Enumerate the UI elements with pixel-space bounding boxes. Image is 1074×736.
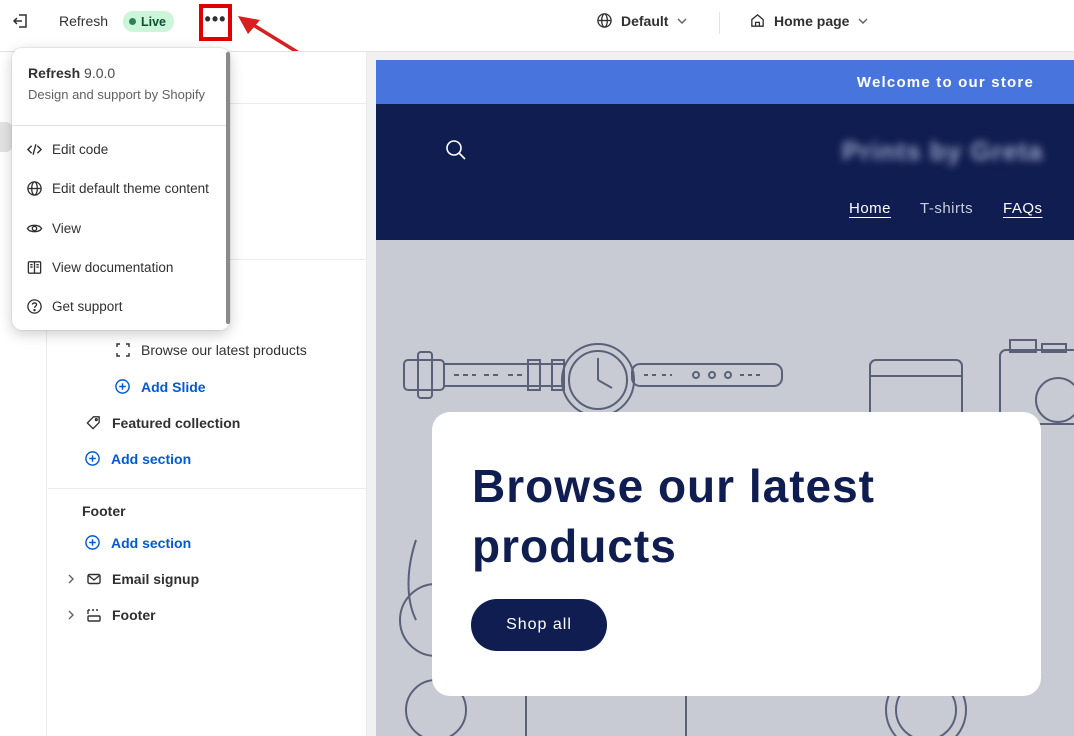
storefront-preview[interactable]: Welcome to our store Prints by Greta Hom… — [376, 60, 1074, 736]
search-icon[interactable] — [444, 138, 468, 162]
sidebar-item-slide[interactable]: Browse our latest products — [115, 342, 307, 358]
menu-item-label: Get support — [52, 299, 123, 314]
status-badge-label: Live — [141, 14, 167, 29]
exit-icon[interactable] — [12, 12, 30, 30]
theme-variant-label: Default — [621, 12, 669, 29]
theme-version: 9.0.0 — [84, 65, 116, 81]
menu-header: Refresh 9.0.0 Design and support by Shop… — [28, 65, 205, 102]
sidebar-item-label: Browse our latest products — [141, 342, 307, 358]
book-icon — [27, 261, 42, 274]
menu-item-view[interactable]: View — [26, 220, 81, 237]
globe-icon — [27, 181, 42, 196]
theme-variant-select[interactable]: Default — [596, 12, 688, 29]
chevron-down-icon — [677, 18, 687, 24]
nav-link-home[interactable]: Home — [849, 200, 891, 217]
add-section-button[interactable]: Add section — [84, 450, 191, 467]
sidebar-item-footer[interactable]: Footer — [66, 607, 156, 623]
status-badge: Live — [123, 11, 175, 32]
sidebar-item-label: Footer — [112, 607, 156, 623]
sidebar-divider — [48, 488, 366, 489]
editor-topbar: Refresh Live ••• Default Home page — [0, 0, 1074, 68]
theme-name: Refresh — [28, 65, 81, 81]
nav-link-faqs[interactable]: FAQs — [1003, 200, 1043, 217]
sidebar-item-label: Featured collection — [112, 414, 241, 431]
question-icon — [27, 299, 42, 314]
theme-actions-menu: Refresh 9.0.0 Design and support by Shop… — [12, 48, 230, 330]
store-logo[interactable]: Prints by Greta — [842, 136, 1043, 167]
footer-layout-icon — [87, 609, 101, 622]
announcement-text: Welcome to our store — [856, 73, 1034, 91]
plus-circle-icon — [85, 535, 100, 550]
menu-divider — [12, 125, 230, 126]
globe-icon — [597, 13, 612, 28]
nav-link-tshirts[interactable]: T-shirts — [920, 200, 973, 217]
hero-title: Browse our latest products — [472, 460, 875, 572]
announcement-bar: Welcome to our store — [376, 60, 1074, 104]
menu-item-get-support[interactable]: Get support — [26, 298, 123, 315]
rail-active-indicator — [0, 122, 12, 152]
menu-title: Refresh 9.0.0 — [28, 65, 205, 81]
theme-title: Refresh — [59, 13, 109, 29]
home-icon — [751, 13, 764, 27]
menu-item-view-documentation[interactable]: View documentation — [26, 259, 173, 276]
slide-block-icon — [116, 343, 130, 357]
menu-subtitle: Design and support by Shopify — [28, 87, 206, 102]
live-dot-icon — [129, 18, 136, 25]
add-slide-button[interactable]: Add Slide — [114, 378, 206, 395]
menu-scroll-edge — [226, 52, 230, 324]
add-section-label: Add section — [111, 534, 192, 551]
menu-item-edit-code[interactable]: Edit code — [26, 141, 108, 158]
page-select-label: Home page — [774, 12, 850, 29]
sidebar-item-featured-collection[interactable]: Featured collection — [85, 414, 240, 431]
page-select[interactable]: Home page — [749, 12, 869, 29]
hero-card: Browse our latest products Shop all — [432, 412, 1041, 696]
chevron-right-icon[interactable] — [66, 573, 76, 585]
sidebar-item-email-signup[interactable]: Email signup — [66, 571, 199, 587]
chevron-right-icon[interactable] — [66, 609, 76, 621]
store-header: Prints by Greta Home T-shirts FAQs — [376, 104, 1074, 240]
menu-item-edit-default-content[interactable]: Edit default theme content — [26, 180, 209, 197]
ellipsis-icon: ••• — [204, 8, 227, 29]
tag-icon — [86, 416, 100, 430]
sidebar-item-label: Email signup — [112, 571, 200, 587]
menu-item-label: View — [52, 221, 82, 236]
add-footer-section-button[interactable]: Add section — [84, 534, 191, 551]
shop-all-button[interactable]: Shop all — [471, 599, 607, 651]
more-actions-button[interactable]: ••• — [199, 4, 232, 41]
chevron-down-icon — [858, 18, 868, 24]
plus-circle-icon — [115, 379, 130, 394]
code-icon — [26, 144, 43, 155]
add-section-label: Add section — [111, 450, 192, 467]
add-slide-label: Add Slide — [141, 378, 206, 395]
envelope-icon — [87, 573, 101, 585]
menu-item-label: Edit default theme content — [52, 181, 209, 196]
menu-item-label: Edit code — [52, 142, 109, 157]
footer-group-heading: Footer — [82, 503, 126, 519]
plus-circle-icon — [85, 451, 100, 466]
topbar-divider — [719, 12, 720, 34]
menu-item-label: View documentation — [52, 260, 174, 275]
eye-icon — [26, 224, 43, 233]
